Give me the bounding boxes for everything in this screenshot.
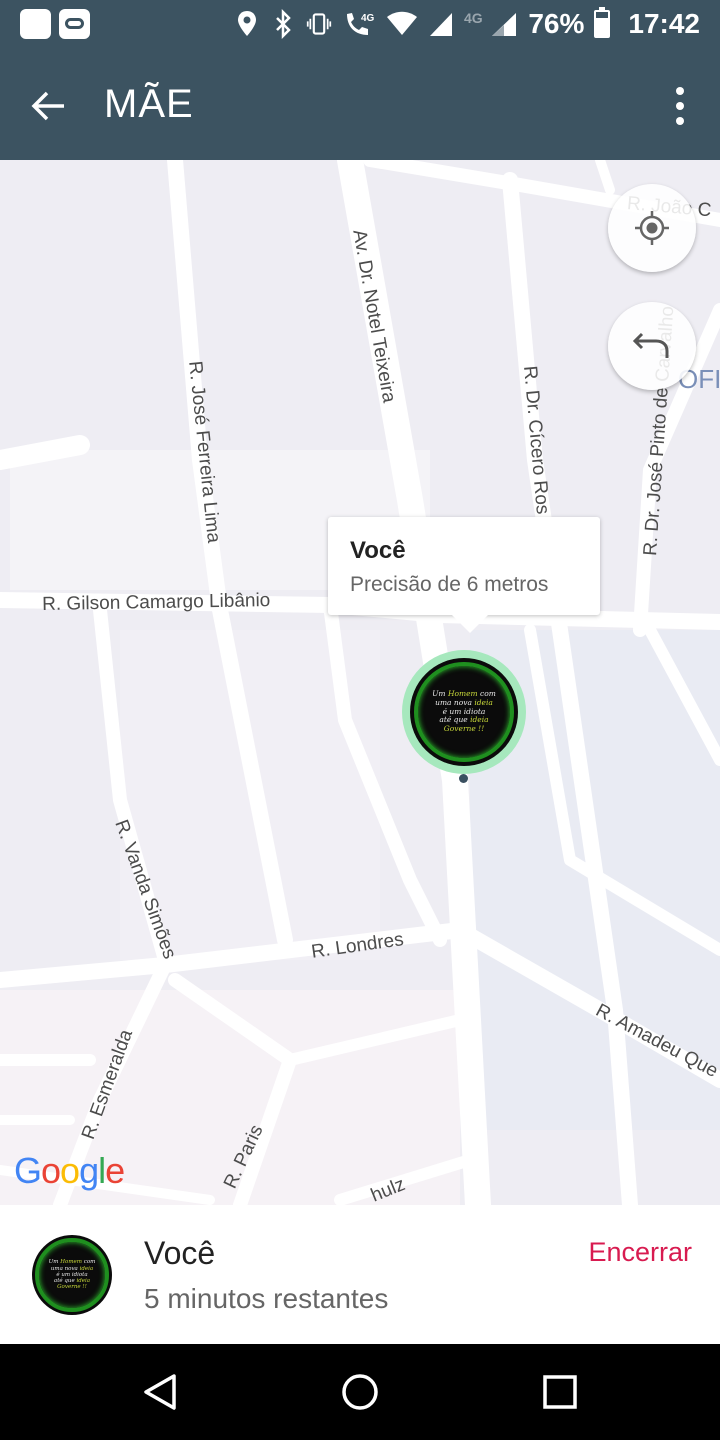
avatar-quote: Homem [60,1259,83,1266]
avatar-quote: Um [48,1259,61,1266]
undo-icon[interactable] [608,302,696,390]
signal-4g-icon: 4G [464,9,518,39]
more-vert-icon[interactable] [660,80,700,132]
my-location-icon[interactable] [608,184,696,272]
location-info-window[interactable]: Você Precisão de 6 metros [328,517,600,633]
time-remaining: 5 minutos restantes [144,1283,389,1314]
avatar-quote: até que [53,1278,77,1285]
arrow-back-icon[interactable] [22,80,74,132]
popup-accuracy: Precisão de 6 metros [350,573,549,596]
wifi-icon [386,9,418,39]
street-label: R. Gilson Camargo Libânio [42,590,271,615]
app-icon [20,9,51,39]
app-bar: MÃE [0,52,720,160]
avatar: Um Homem com uma nova ideia é um idiota … [410,658,518,766]
clock: 17:42 [628,8,700,39]
avatar-quote: até que [439,715,471,725]
net-label: 4G [464,10,483,26]
location-icon [234,9,260,39]
google-logo: Google [14,1150,125,1192]
nav-recents-icon[interactable] [536,1368,584,1416]
logo-letter: e [105,1150,125,1191]
volte-call-icon: 4G [342,9,376,39]
share-location-sheet: Um Homem com uma nova ideia é um idiota … [0,1205,720,1344]
avatar-quote: uma nova [435,698,475,708]
battery-fill [596,17,609,36]
vibrate-icon [306,9,332,39]
avatar: Um Homem com uma nova ideia é um idiota … [32,1235,112,1315]
system-nav-bar [0,1344,720,1440]
avatar-quote: ideia [474,698,493,708]
nav-home-icon[interactable] [336,1368,384,1416]
logo-letter: G [14,1150,42,1191]
battery-percent: 76% [528,8,585,39]
infinity-icon [59,9,90,39]
battery-icon [594,7,611,38]
end-sharing-button[interactable]: Encerrar [588,1237,692,1268]
signal-icon [428,9,454,39]
map-roads [0,160,720,1205]
map-view[interactable]: Av. Dr. Notel Teixeira R. José Ferreira … [0,160,720,1205]
avatar-quote: com [82,1259,96,1266]
user-location-marker[interactable]: Um Homem com uma nova ideia é um idiota … [402,650,526,774]
avatar-quote: Governe !! [443,723,485,733]
avatar-quote: ideia [76,1278,91,1285]
logo-letter: g [79,1150,99,1191]
location-dot [459,774,468,783]
logo-letter: o [60,1150,80,1191]
volte-label: 4G [361,13,375,24]
status-bar: 4G 4G 76% 17:42 [0,0,720,52]
page-title: MÃE [104,82,194,126]
logo-letter: o [41,1150,61,1191]
bluetooth-icon [270,8,296,40]
avatar-quote: uma nova [50,1265,80,1272]
avatar-quote: Governe !! [57,1284,87,1291]
sharer-name: Você [144,1235,216,1271]
nav-back-icon[interactable] [136,1368,184,1416]
avatar-quote: ideia [470,715,489,725]
popup-title: Você [350,537,406,564]
avatar-quote: ideia [79,1265,94,1272]
